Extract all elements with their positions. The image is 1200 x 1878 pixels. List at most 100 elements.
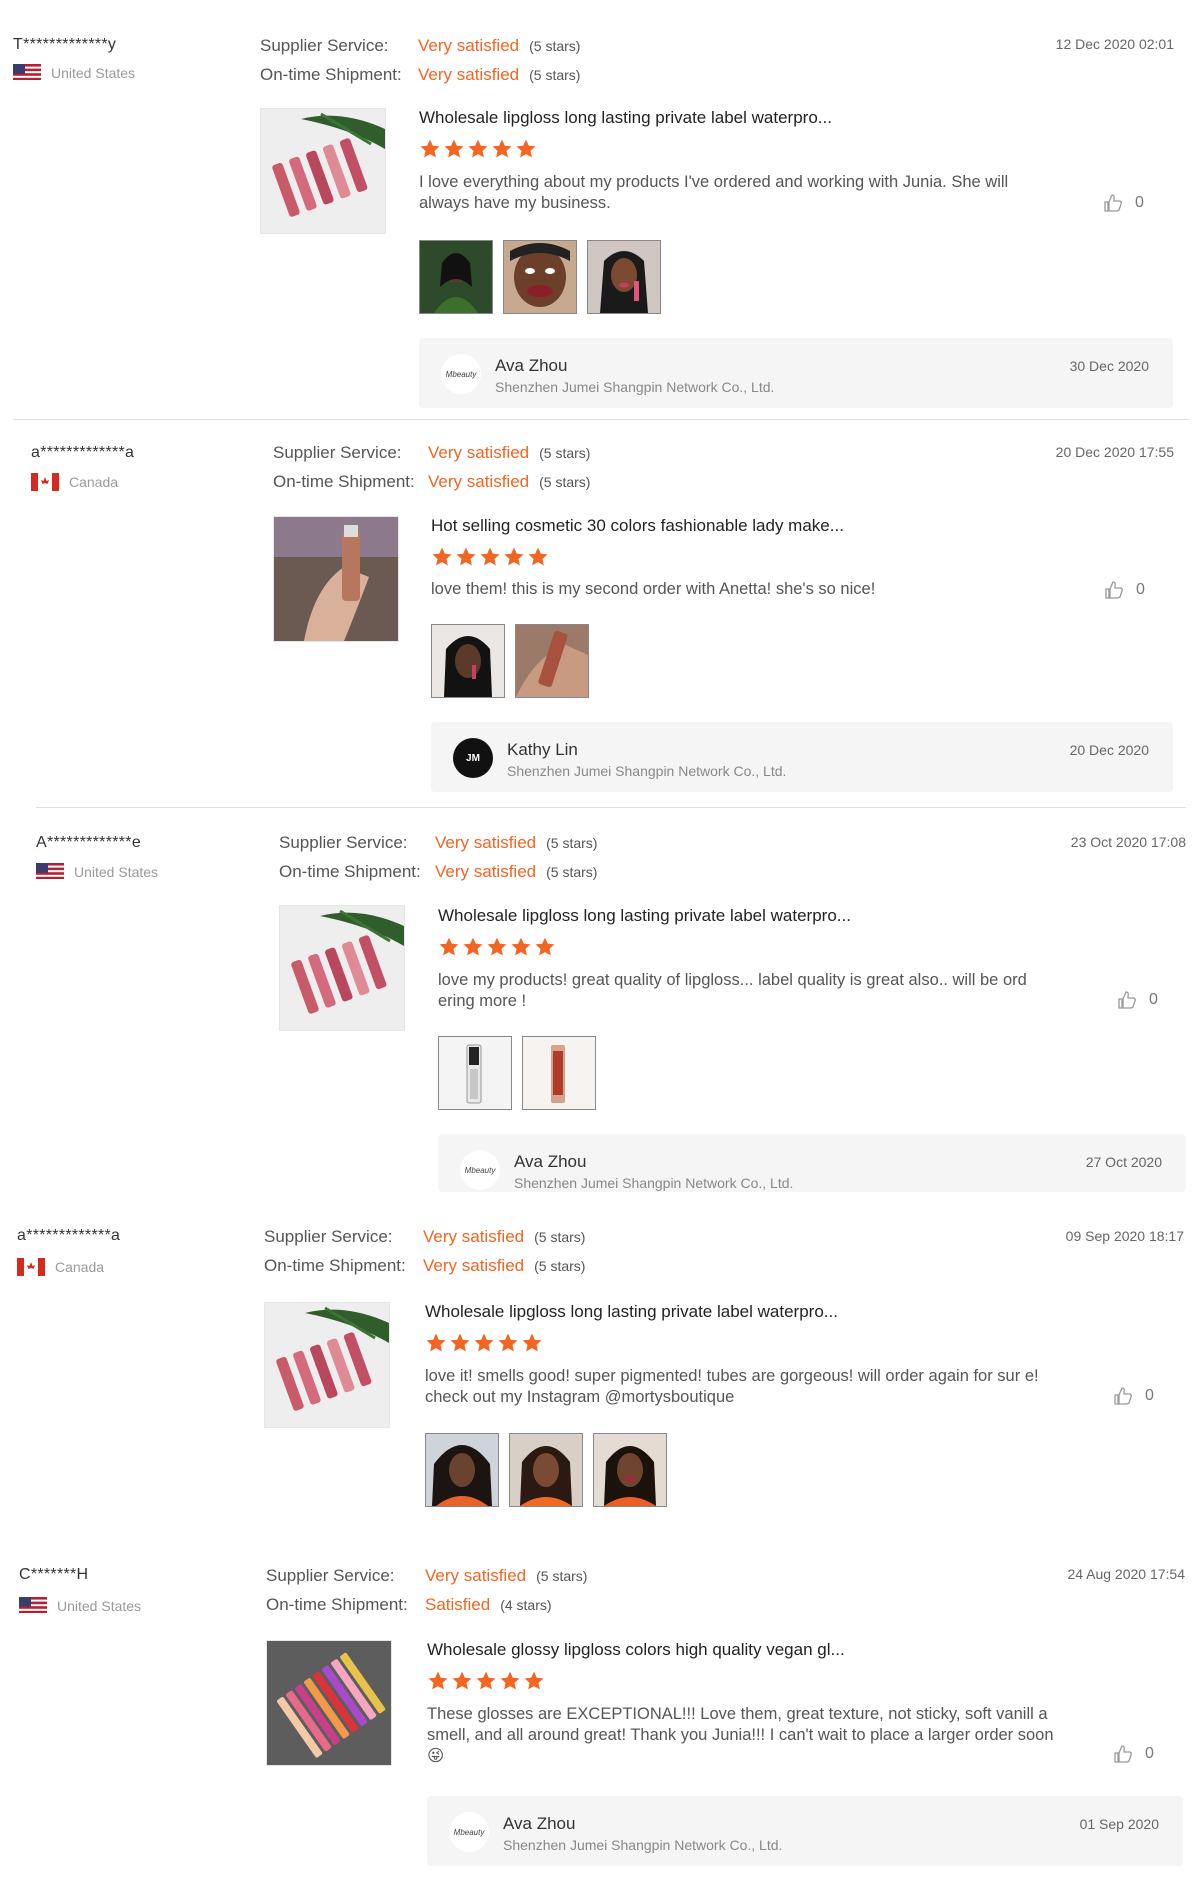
reply-company: Shenzhen Jumei Shangpin Network Co., Ltd… <box>514 1175 794 1191</box>
product-title[interactable]: Wholesale lipgloss long lasting private … <box>419 108 832 128</box>
review-photo[interactable] <box>438 1036 512 1110</box>
supplier-service-label: Supplier Service: <box>266 1565 395 1585</box>
review-photo[interactable] <box>509 1433 583 1507</box>
product-title[interactable]: Hot selling cosmetic 30 colors fashionab… <box>431 516 844 536</box>
reply-date: 20 Dec 2020 <box>1069 742 1149 758</box>
review-divider <box>13 419 1189 420</box>
supplier-service-rating: Very satisfied <box>418 35 520 55</box>
supplier-service-label: Supplier Service: <box>279 832 408 852</box>
star-icon <box>463 937 483 956</box>
ontime-shipment-stars: (5 stars) <box>529 66 581 83</box>
like-button[interactable]: 0 <box>1104 580 1145 600</box>
review-photos <box>438 1036 596 1110</box>
ontime-shipment-label: On-time Shipment: <box>260 64 402 84</box>
star-icon <box>516 139 536 158</box>
ratings-block: Supplier Service: Very satisfied (5 stars)… <box>264 1222 585 1280</box>
review-date: 23 Oct 2020 17:08 <box>1070 834 1186 850</box>
review-star-rating <box>419 138 537 160</box>
like-count: 0 <box>1149 991 1158 1008</box>
us-flag-icon <box>36 863 64 881</box>
like-count: 0 <box>1145 1745 1154 1762</box>
review-text: These glosses are EXCEPTIONAL!!! Love th… <box>427 1705 1054 1765</box>
ontime-shipment-rating: Very satisfied <box>418 64 520 84</box>
ontime-shipment-label: On-time Shipment: <box>264 1255 406 1275</box>
star-icon <box>528 547 548 566</box>
thumbs-up-icon <box>1103 193 1123 213</box>
review-text: love it! smells good! super pigmented! t… <box>425 1367 1039 1406</box>
review-date: 09 Sep 2020 18:17 <box>1065 1228 1184 1244</box>
product-thumbnail[interactable] <box>279 905 405 1031</box>
supplier-avatar: Mbeauty <box>441 354 481 394</box>
reply-date: 01 Sep 2020 <box>1079 1816 1159 1832</box>
star-icon <box>420 139 440 158</box>
ontime-shipment-rating: Very satisfied <box>423 1255 525 1275</box>
ratings-block: Supplier Service: Very satisfied (5 stars)… <box>279 828 597 886</box>
like-button[interactable]: 0 <box>1117 990 1158 1010</box>
review-date: 12 Dec 2020 02:01 <box>1055 36 1174 52</box>
review-photos <box>419 240 661 314</box>
ontime-shipment-label: On-time Shipment: <box>266 1594 408 1614</box>
star-icon <box>456 547 476 566</box>
review-photo[interactable] <box>587 240 661 314</box>
review-photo[interactable] <box>503 240 577 314</box>
canada-flag-icon <box>17 1258 45 1276</box>
like-button[interactable]: 0 <box>1113 1386 1154 1406</box>
supplier-reply: Mbeauty Ava Zhou Shenzhen Jumei Shangpin… <box>427 1796 1183 1866</box>
buyer-name: A*************e <box>36 834 142 851</box>
reply-author-name: Ava Zhou <box>514 1152 587 1171</box>
buyer-name: C*******H <box>19 1566 89 1583</box>
star-icon <box>480 547 500 566</box>
ratings-block: Supplier Service: Very satisfied (5 stars)… <box>273 438 590 496</box>
ontime-shipment-stars: (5 stars) <box>539 473 591 490</box>
supplier-avatar: Mbeauty <box>449 1812 489 1852</box>
review-photo[interactable] <box>425 1433 499 1507</box>
star-icon <box>439 937 459 956</box>
ratings-block: Supplier Service: Very satisfied (5 stars)… <box>266 1561 587 1619</box>
product-title[interactable]: Wholesale lipgloss long lasting private … <box>425 1302 838 1322</box>
thumbs-up-icon <box>1117 990 1137 1010</box>
country-name: United States <box>74 864 159 880</box>
reviews-page: T*************y United States Supplier S… <box>0 0 1200 1878</box>
like-button[interactable]: 0 <box>1113 1744 1154 1764</box>
star-icon <box>426 1333 446 1352</box>
reply-date: 30 Dec 2020 <box>1069 358 1149 374</box>
product-title[interactable]: Wholesale lipgloss long lasting private … <box>438 906 851 926</box>
supplier-service-label: Supplier Service: <box>273 442 402 462</box>
ontime-shipment-rating: Satisfied <box>425 1594 491 1614</box>
review-star-rating <box>431 546 549 568</box>
ratings-block: Supplier Service: Very satisfied (5 stars)… <box>260 31 580 89</box>
country-name: Canada <box>69 474 119 490</box>
product-thumbnail[interactable] <box>273 516 399 642</box>
canada-flag-icon <box>31 473 59 491</box>
review-photo[interactable] <box>431 624 505 698</box>
star-icon <box>498 1333 518 1352</box>
review-photos <box>431 624 589 698</box>
review-photo[interactable] <box>593 1433 667 1507</box>
star-icon <box>452 1671 472 1690</box>
supplier-service-stars: (5 stars) <box>539 444 591 461</box>
product-thumbnail[interactable] <box>260 108 386 234</box>
like-button[interactable]: 0 <box>1103 193 1144 213</box>
reply-author-name: Kathy Lin <box>507 740 578 759</box>
review-photo[interactable] <box>419 240 493 314</box>
star-icon <box>500 1671 520 1690</box>
review-star-rating <box>427 1670 545 1692</box>
buyer-country: United States <box>13 64 135 82</box>
supplier-service-rating: Very satisfied <box>428 442 530 462</box>
star-icon <box>487 937 507 956</box>
supplier-reply: JM Kathy Lin Shenzhen Jumei Shangpin Net… <box>431 722 1173 792</box>
thumbs-up-icon <box>1113 1744 1133 1764</box>
ontime-shipment-rating: Very satisfied <box>435 861 537 881</box>
star-icon <box>522 1333 542 1352</box>
star-icon <box>492 139 512 158</box>
product-title[interactable]: Wholesale glossy lipgloss colors high qu… <box>427 1640 845 1660</box>
reply-author-name: Ava Zhou <box>495 356 568 375</box>
review-photo[interactable] <box>515 624 589 698</box>
review-photo[interactable] <box>522 1036 596 1110</box>
product-thumbnail[interactable] <box>266 1640 392 1766</box>
supplier-service-label: Supplier Service: <box>260 35 389 55</box>
reply-author-name: Ava Zhou <box>503 1814 576 1833</box>
us-flag-icon <box>19 1597 47 1615</box>
ontime-shipment-stars: (4 stars) <box>500 1596 552 1613</box>
product-thumbnail[interactable] <box>264 1302 390 1428</box>
